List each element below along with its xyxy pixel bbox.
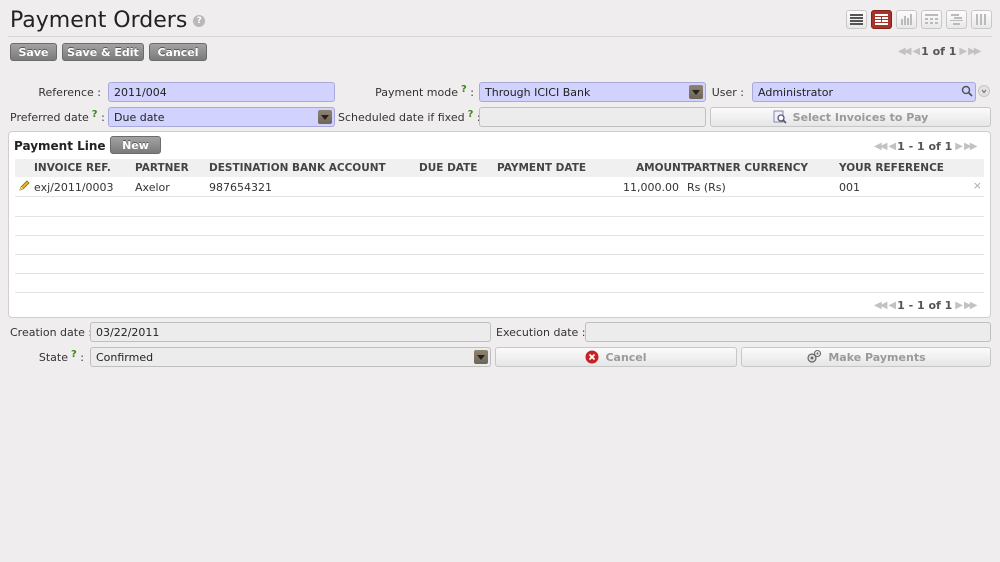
delete-row-icon[interactable]: × [973,179,982,192]
new-line-button[interactable]: New [110,136,161,154]
grid-view-icon[interactable] [971,10,992,29]
user-field[interactable]: Administrator [752,82,976,102]
scheduled-date-label: Scheduled date if fixed? : [338,109,481,124]
first-page-icon[interactable]: ◀◀ [874,300,887,311]
cell-invoice-ref: exj/2011/0003 [34,181,114,194]
help-q-icon[interactable]: ? [71,349,77,360]
payment-mode-select[interactable]: Through ICICI Bank [479,82,706,102]
gears-icon [807,349,822,363]
calendar-view-icon[interactable] [921,10,942,29]
first-page-icon[interactable]: ◀◀ [898,46,911,57]
creation-date-label: Creation date : [10,326,93,339]
help-q-icon[interactable]: ? [461,84,467,95]
cell-partner: Axelor [135,181,170,194]
cancel-order-button[interactable]: Cancel [495,347,737,367]
cancel-icon [585,350,599,364]
prev-page-icon[interactable]: ◀ [888,141,896,152]
select-invoices-button[interactable]: Select Invoices to Pay [710,107,991,127]
table-row-empty [15,255,984,274]
creation-date-field[interactable]: 03/22/2011 [90,322,491,342]
header-divider [8,36,992,37]
cancel-button[interactable]: Cancel [149,43,207,61]
save-button[interactable]: Save [10,43,57,61]
form-view-icon[interactable] [871,10,892,29]
state-select[interactable]: Confirmed [90,347,491,367]
table-row-empty [15,274,984,293]
col-due-date[interactable]: DUE DATE [419,162,477,174]
col-bank-account[interactable]: DESTINATION BANK ACCOUNT [209,162,386,174]
scheduled-date-field[interactable] [479,107,706,127]
lines-bottom-pager-label: 1 - 1 of 1 [897,299,953,312]
list-view-icon[interactable] [846,10,867,29]
table-row-empty [15,217,984,236]
reference-label: Reference : [38,86,101,99]
user-label: User : [711,86,744,99]
lines-pager-label: 1 - 1 of 1 [897,140,953,153]
lines-pager: ◀◀ ◀ 1 - 1 of 1 ▶ ▶▶ [874,140,977,153]
cell-partner-currency: Rs (Rs) [687,181,726,194]
col-your-reference[interactable]: YOUR REFERENCE [839,162,944,174]
pencil-edit-icon[interactable] [18,180,30,195]
execution-date-label: Execution date : [496,326,586,339]
payment-mode-label: Payment mode? : [375,84,474,99]
col-invoice-ref[interactable]: INVOICE REF. [34,162,111,174]
chevron-down-icon[interactable] [474,350,488,364]
col-partner-currency[interactable]: PARTNER CURRENCY [687,162,808,174]
prev-page-icon[interactable]: ◀ [912,46,920,57]
help-q-icon[interactable]: ? [92,109,98,120]
reference-field[interactable]: 2011/004 [108,82,335,102]
last-page-icon[interactable]: ▶▶ [964,300,977,311]
cell-amount: 11,000.00 [623,181,679,194]
search-document-icon [773,110,787,124]
cell-your-reference: 001 [839,181,860,194]
record-pager: ◀◀ ◀ 1 of 1 ▶ ▶▶ [898,45,982,58]
last-page-icon[interactable]: ▶▶ [964,141,977,152]
next-page-icon[interactable]: ▶ [955,141,963,152]
next-page-icon[interactable]: ▶ [959,46,967,57]
gantt-view-icon[interactable] [946,10,967,29]
table-row[interactable]: exj/2011/0003 Axelor 987654321 11,000.00… [15,178,984,197]
help-q-icon[interactable]: ? [468,109,474,120]
table-header: INVOICE REF. PARTNER DESTINATION BANK AC… [15,159,984,177]
execution-date-field[interactable] [585,322,991,342]
lines-bottom-pager: ◀◀ ◀ 1 - 1 of 1 ▶ ▶▶ [874,299,977,312]
help-icon[interactable]: ? [193,15,206,27]
table-row-empty [15,198,984,217]
col-amount[interactable]: AMOUNT [636,162,688,174]
last-page-icon[interactable]: ▶▶ [968,46,981,57]
cell-bank-account: 987654321 [209,181,272,194]
prev-page-icon[interactable]: ◀ [888,300,896,311]
first-page-icon[interactable]: ◀◀ [874,141,887,152]
preferred-date-label: Preferred date? : [10,109,105,124]
page-title: Payment Orders? [10,8,206,33]
payment-line-title: Payment Line [14,139,106,153]
pager-label: 1 of 1 [921,45,957,58]
chevron-down-icon[interactable] [318,110,332,124]
table-row-empty [15,236,984,255]
chevron-down-icon[interactable] [978,85,990,97]
next-page-icon[interactable]: ▶ [955,300,963,311]
col-partner[interactable]: PARTNER [135,162,189,174]
preferred-date-select[interactable]: Due date [108,107,335,127]
payment-line-panel: Payment Line New ◀◀ ◀ 1 - 1 of 1 ▶ ▶▶ IN… [8,131,991,318]
state-label: State? : [38,349,84,364]
make-payments-button[interactable]: Make Payments [741,347,991,367]
graph-view-icon[interactable] [896,10,917,29]
search-icon[interactable] [961,85,973,100]
save-edit-button[interactable]: Save & Edit [62,43,144,61]
col-payment-date[interactable]: PAYMENT DATE [497,162,586,174]
